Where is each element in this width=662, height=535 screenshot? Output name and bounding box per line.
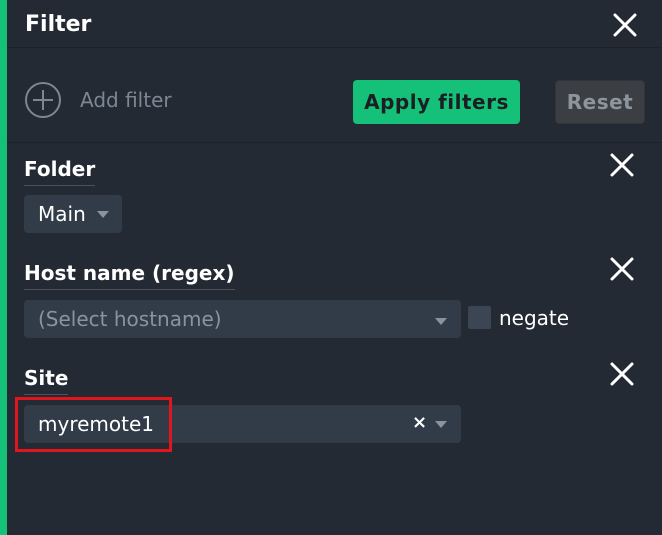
filter-panel: Filter Add filter Apply filters Reset Fo… — [0, 0, 662, 535]
accent-bar — [0, 0, 7, 535]
remove-folder-filter-icon[interactable] — [608, 151, 634, 177]
folder-filter-label: Folder — [24, 157, 96, 186]
host-name-filter-label: Host name (regex) — [24, 261, 235, 290]
panel-header: Filter — [7, 0, 662, 48]
reset-button[interactable]: Reset — [555, 80, 645, 124]
site-filter-label: Site — [24, 366, 69, 395]
filter-toolbar: Add filter Apply filters Reset — [7, 49, 662, 143]
clear-selection-icon[interactable]: × — [412, 412, 427, 433]
apply-filters-button[interactable]: Apply filters — [353, 80, 520, 124]
add-circle-icon — [25, 82, 61, 118]
remove-site-filter-icon[interactable] — [608, 360, 634, 386]
chevron-down-icon — [435, 318, 447, 325]
folder-select-value: Main — [38, 202, 86, 226]
add-filter-button[interactable]: Add filter — [24, 81, 172, 119]
hostname-select[interactable]: (Select hostname) — [24, 300, 461, 338]
close-panel-icon[interactable] — [611, 11, 639, 39]
negate-checkbox[interactable] — [468, 306, 491, 329]
chevron-down-icon — [435, 421, 447, 428]
chevron-down-icon — [97, 211, 109, 218]
add-filter-label: Add filter — [80, 88, 172, 112]
highlight-box — [15, 397, 172, 452]
panel-title: Filter — [25, 12, 92, 37]
hostname-select-placeholder: (Select hostname) — [38, 307, 222, 331]
negate-label: negate — [499, 306, 570, 330]
remove-host-name-filter-icon[interactable] — [608, 255, 634, 281]
folder-select[interactable]: Main — [24, 195, 122, 233]
